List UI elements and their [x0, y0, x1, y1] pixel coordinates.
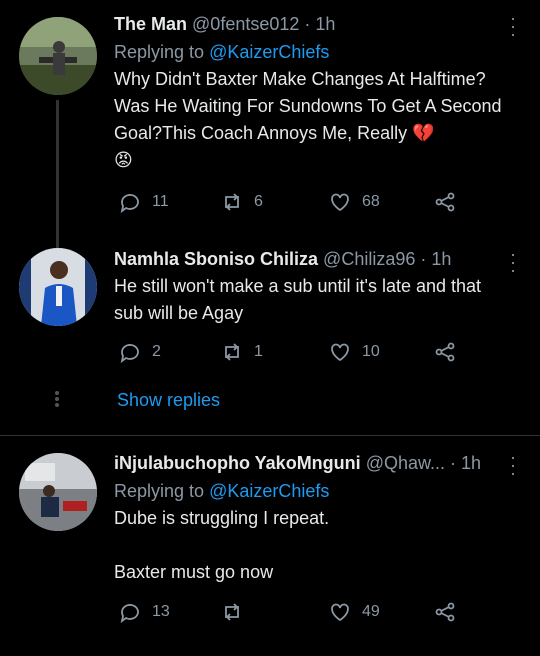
- retweet-icon: [225, 343, 239, 361]
- avatar[interactable]: [19, 453, 97, 531]
- timestamp: · 1h: [450, 453, 482, 473]
- mention-link[interactable]: @KaizerChiefs: [209, 481, 329, 501]
- more-options-icon[interactable]: · · ·: [510, 9, 516, 43]
- show-replies-link[interactable]: Show replies: [117, 390, 220, 411]
- display-name[interactable]: The Man: [114, 14, 187, 34]
- share-icon: [435, 342, 455, 362]
- reply-icon: [120, 194, 139, 214]
- display-name[interactable]: Namhla Sboniso Chiliza: [114, 249, 318, 269]
- reply-button[interactable]: 13: [118, 600, 170, 624]
- timestamp: · 1h: [304, 14, 336, 34]
- avatar[interactable]: [19, 248, 97, 326]
- tweet-text: He still won't make a sub until it's lat…: [114, 276, 482, 323]
- like-button[interactable]: 49: [328, 600, 380, 624]
- more-options-icon[interactable]: · · ·: [510, 448, 516, 482]
- display-name[interactable]: iNjulabuchopho YakoMnguni: [114, 453, 361, 473]
- tweet-text: Dube is struggling I repeat. Baxter must…: [114, 508, 330, 582]
- thread-dots: [55, 389, 60, 409]
- like-button[interactable]: 10: [328, 340, 380, 364]
- retweet-button[interactable]: 1: [220, 340, 263, 364]
- retweet-button[interactable]: [220, 600, 254, 624]
- tweet-text: Why Didn't Baxter Make Changes At Halfti…: [114, 69, 502, 170]
- share-button[interactable]: [433, 600, 457, 624]
- reply-button[interactable]: 11: [118, 190, 169, 214]
- tweet-1-actions: 11 6 68: [118, 190, 463, 218]
- divider: [0, 435, 540, 436]
- retweet-icon: [225, 603, 239, 621]
- reply-button[interactable]: 2: [118, 340, 161, 364]
- share-icon: [435, 192, 455, 212]
- retweet-icon: [225, 193, 239, 211]
- heart-icon: [331, 193, 349, 212]
- replying-to: Replying to @KaizerChiefs: [114, 42, 330, 62]
- reply-icon: [120, 344, 139, 364]
- handle[interactable]: @0fentse012: [192, 14, 299, 34]
- replying-to: Replying to @KaizerChiefs: [114, 481, 330, 501]
- avatar[interactable]: [19, 17, 97, 95]
- retweet-button[interactable]: 6: [220, 190, 263, 214]
- more-options-icon[interactable]: · · ·: [510, 245, 516, 279]
- like-button[interactable]: 68: [328, 190, 380, 214]
- heart-icon: [331, 343, 349, 362]
- share-button[interactable]: [433, 340, 457, 364]
- tweet-3-actions: 13 49: [118, 600, 463, 628]
- handle[interactable]: @Qhaw...: [366, 453, 445, 473]
- handle[interactable]: @Chiliza96: [323, 249, 415, 269]
- reply-icon: [120, 604, 139, 624]
- tweet-2-actions: 2 1 10: [118, 340, 463, 368]
- mention-link[interactable]: @KaizerChiefs: [209, 42, 329, 62]
- timestamp: · 1h: [420, 249, 452, 269]
- heart-icon: [331, 603, 349, 622]
- share-icon: [435, 602, 455, 622]
- share-button[interactable]: [433, 190, 457, 214]
